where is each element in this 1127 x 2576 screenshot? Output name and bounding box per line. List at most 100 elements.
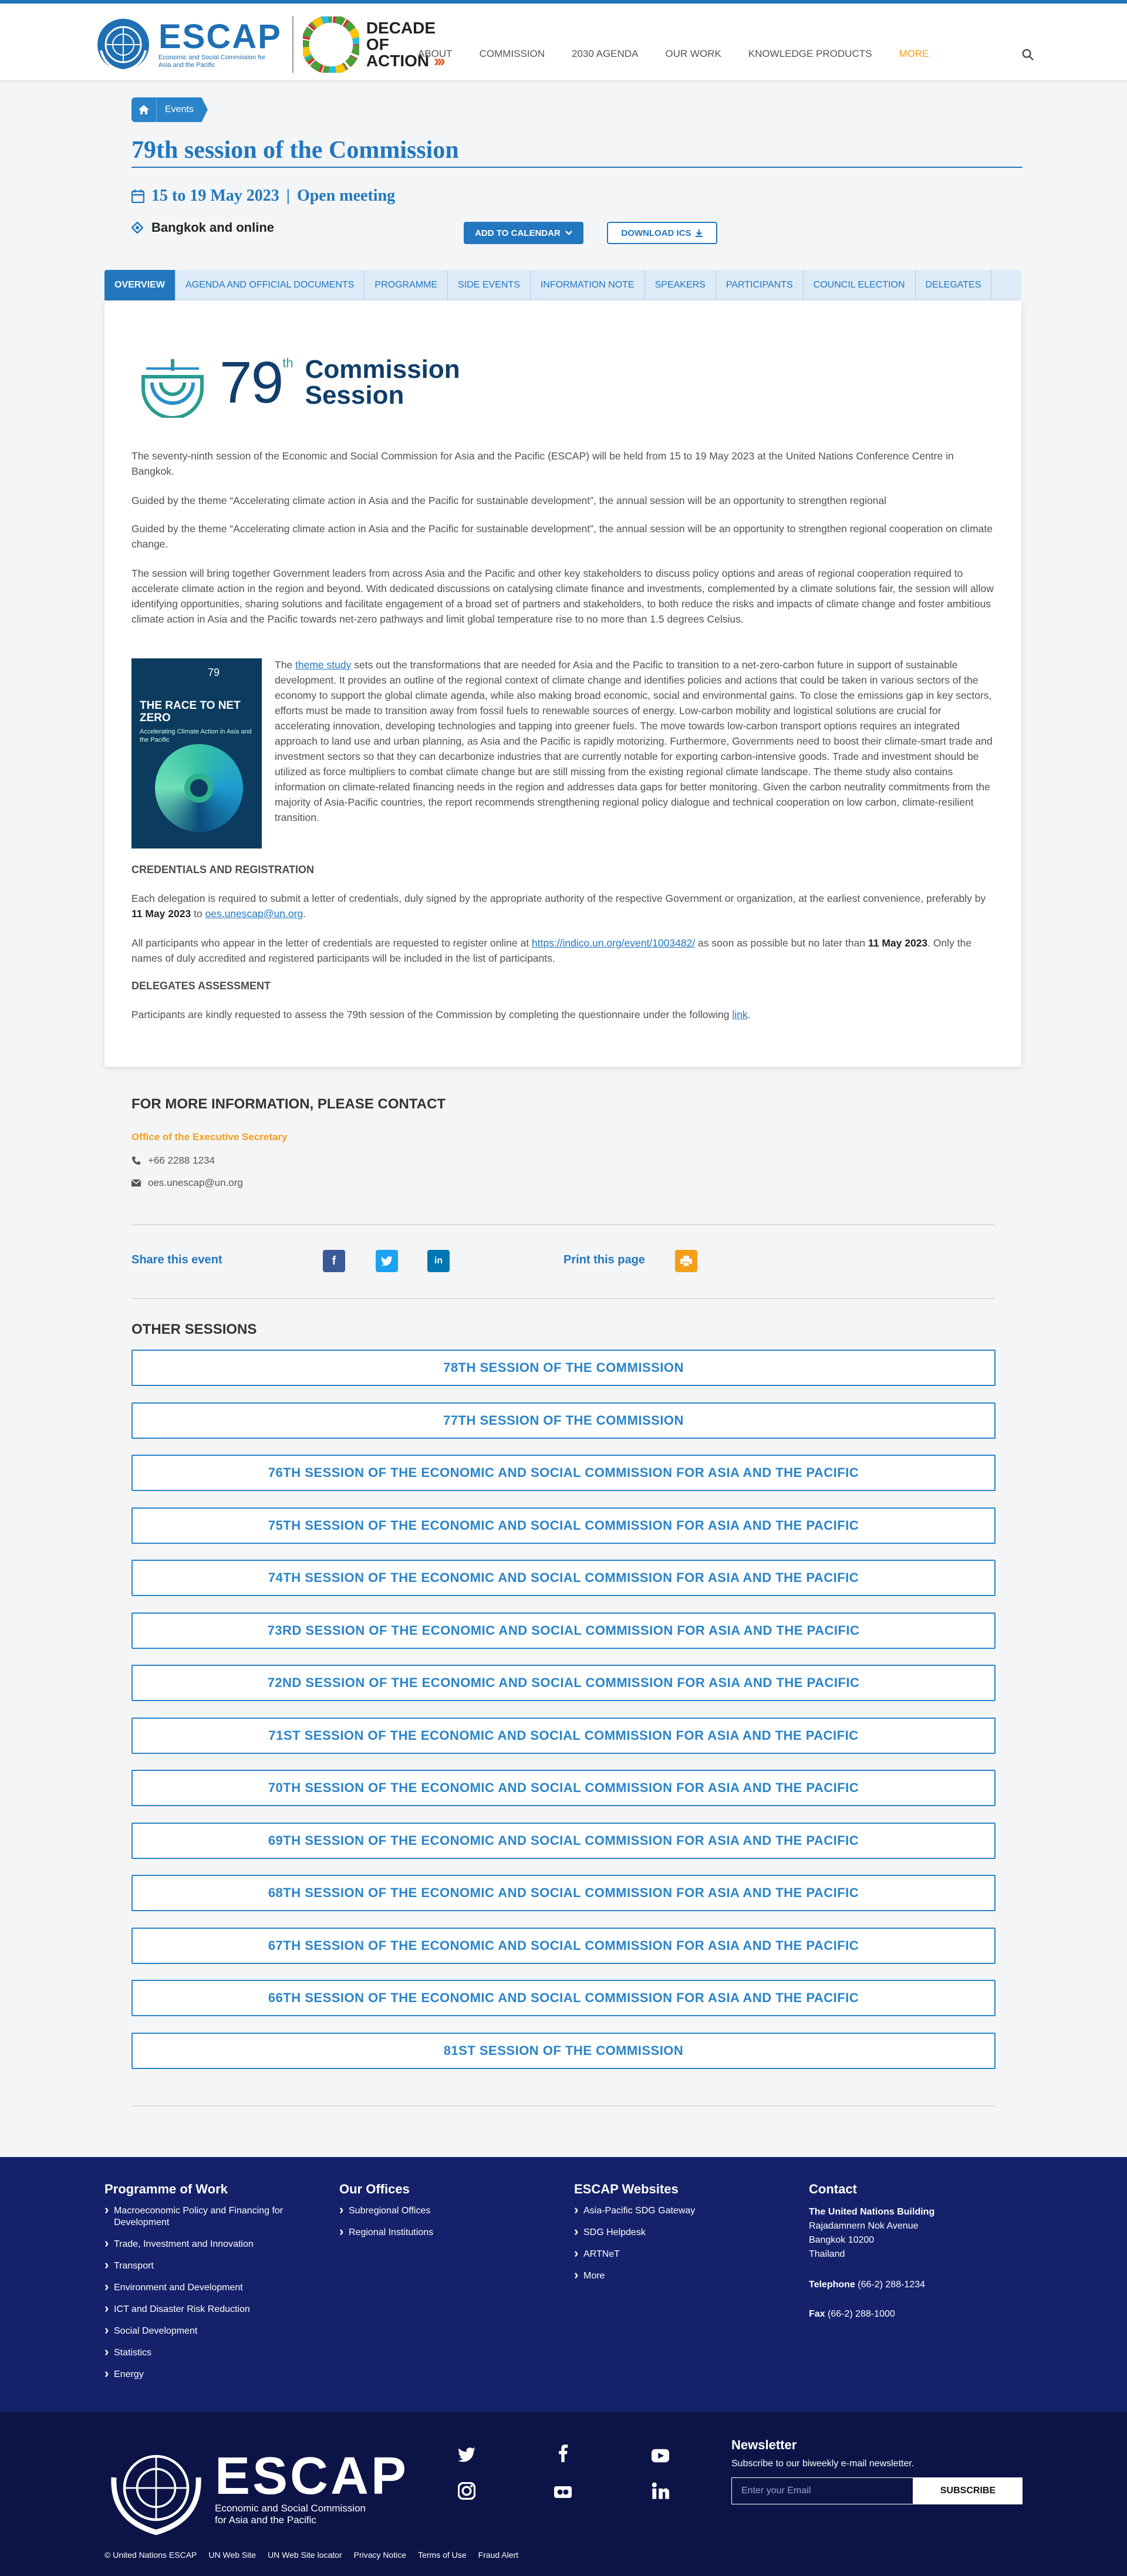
footer-link-artnet[interactable]: ARTNeT bbox=[574, 2247, 774, 2260]
tab-side-events[interactable]: SIDE EVENTS bbox=[448, 270, 531, 300]
print-button[interactable] bbox=[675, 1250, 697, 1272]
footer-link-fraud-alert[interactable]: Fraud Alert bbox=[478, 2550, 518, 2560]
footer-link-macroeconomic[interactable]: Macroeconomic Policy and Financing for D… bbox=[104, 2204, 316, 2229]
credentials-email-link[interactable]: oes.unescap@un.org bbox=[205, 908, 303, 919]
footer-link-energy[interactable]: Energy bbox=[104, 2368, 316, 2381]
linkedin-icon: in bbox=[434, 1256, 443, 1266]
session-link-77[interactable]: 77TH SESSION OF THE COMMISSION bbox=[131, 1402, 996, 1439]
phone-icon bbox=[132, 1157, 140, 1165]
sdg-wheel-icon bbox=[302, 16, 359, 73]
session-link-69[interactable]: 69TH SESSION OF THE ECONOMIC AND SOCIAL … bbox=[131, 1823, 996, 1859]
footer-link-social[interactable]: Social Development bbox=[104, 2324, 316, 2337]
session-link-68[interactable]: 68TH SESSION OF THE ECONOMIC AND SOCIAL … bbox=[131, 1875, 996, 1911]
session-link-67[interactable]: 67TH SESSION OF THE ECONOMIC AND SOCIAL … bbox=[131, 1928, 996, 1964]
tab-agenda[interactable]: AGENDA AND OFFICIAL DOCUMENTS bbox=[176, 270, 365, 300]
newsletter-description: Subscribe to our biweekly e-mail newslet… bbox=[731, 2459, 915, 2469]
registration-link[interactable]: https://indico.un.org/event/1003482/ bbox=[532, 937, 695, 949]
search-icon[interactable] bbox=[1021, 48, 1034, 61]
session-link-81[interactable]: 81ST SESSION OF THE COMMISSION bbox=[131, 2033, 996, 2069]
cover-title: THE RACE TO NET ZERO bbox=[140, 699, 241, 724]
session-link-66[interactable]: 66TH SESSION OF THE ECONOMIC AND SOCIAL … bbox=[131, 1980, 996, 2016]
footer-address-line3: Thailand bbox=[809, 2249, 845, 2259]
theme-study-link[interactable]: theme study bbox=[295, 659, 351, 671]
share-label: Share this event bbox=[131, 1253, 222, 1266]
nav-commission[interactable]: COMMISSION bbox=[480, 48, 545, 60]
cover-session-number: 79 bbox=[208, 667, 220, 678]
session-link-74[interactable]: 74TH SESSION OF THE ECONOMIC AND SOCIAL … bbox=[131, 1560, 996, 1596]
footer-link-ict[interactable]: ICT and Disaster Risk Reduction bbox=[104, 2303, 316, 2315]
footer-address-line2: Bangkok 10200 bbox=[809, 2235, 875, 2245]
footer-link-transport[interactable]: Transport bbox=[104, 2259, 316, 2272]
commission-emblem-icon bbox=[141, 359, 204, 418]
session-link-72[interactable]: 72ND SESSION OF THE ECONOMIC AND SOCIAL … bbox=[131, 1665, 996, 1701]
linkedin-icon[interactable] bbox=[652, 2482, 669, 2500]
session-link-75[interactable]: 75TH SESSION OF THE ECONOMIC AND SOCIAL … bbox=[131, 1507, 996, 1544]
session-link-78[interactable]: 78TH SESSION OF THE COMMISSION bbox=[131, 1350, 996, 1386]
event-tabs: OVERVIEW AGENDA AND OFFICIAL DOCUMENTS P… bbox=[104, 270, 1021, 300]
youtube-icon[interactable] bbox=[652, 2447, 669, 2465]
twitter-icon[interactable] bbox=[458, 2446, 475, 2463]
tab-information-note[interactable]: INFORMATION NOTE bbox=[531, 270, 645, 300]
credentials-heading: CREDENTIALS AND REGISTRATION bbox=[131, 864, 315, 875]
facebook-icon[interactable] bbox=[554, 2445, 572, 2462]
session-link-73[interactable]: 73RD SESSION OF THE ECONOMIC AND SOCIAL … bbox=[131, 1612, 996, 1649]
session-link-76[interactable]: 76TH SESSION OF THE ECONOMIC AND SOCIAL … bbox=[131, 1455, 996, 1491]
newsletter-email-input[interactable]: Enter your Email bbox=[731, 2477, 913, 2504]
nav-more[interactable]: MORE bbox=[899, 48, 929, 60]
footer-telephone-label: Telephone bbox=[809, 2280, 855, 2290]
footer-link-trade[interactable]: Trade, Investment and Innovation bbox=[104, 2237, 316, 2250]
tab-speakers[interactable]: SPEAKERS bbox=[645, 270, 716, 300]
envelope-icon bbox=[131, 1179, 141, 1186]
add-to-calendar-button[interactable]: ADD TO CALENDAR bbox=[464, 222, 583, 244]
tab-council-election[interactable]: COUNCIL ELECTION bbox=[804, 270, 916, 300]
footer-link-sdg-helpdesk[interactable]: SDG Helpdesk bbox=[574, 2226, 774, 2239]
session-link-70[interactable]: 70TH SESSION OF THE ECONOMIC AND SOCIAL … bbox=[131, 1770, 996, 1806]
footer-link-sdg-gateway[interactable]: Asia-Pacific SDG Gateway bbox=[574, 2204, 774, 2217]
tab-overview[interactable]: OVERVIEW bbox=[104, 270, 176, 300]
footer-link-regional-institutions[interactable]: Regional Institutions bbox=[339, 2226, 539, 2239]
download-ics-button[interactable]: DOWNLOAD ICS bbox=[607, 222, 717, 244]
contact-email[interactable]: oes.unescap@un.org bbox=[131, 1177, 243, 1189]
breadcrumb-home[interactable] bbox=[131, 97, 156, 122]
tab-delegates[interactable]: DELEGATES bbox=[916, 270, 992, 300]
share-facebook-button[interactable]: f bbox=[323, 1250, 345, 1272]
page-title: 79th session of the Commission bbox=[131, 137, 459, 164]
registration-paragraph: All participants who appear in the lette… bbox=[131, 935, 994, 966]
share-twitter-button[interactable] bbox=[376, 1250, 398, 1272]
nav-2030-agenda[interactable]: 2030 AGENDA bbox=[572, 48, 638, 60]
nav-our-work[interactable]: OUR WORK bbox=[665, 48, 721, 60]
tab-participants[interactable]: PARTICIPANTS bbox=[716, 270, 804, 300]
footer-link-more[interactable]: More bbox=[574, 2269, 774, 2282]
tab-programme[interactable]: PROGRAMME bbox=[365, 270, 448, 300]
footer-fax-label: Fax bbox=[809, 2309, 825, 2319]
nav-knowledge-products[interactable]: KNOWLEDGE PRODUCTS bbox=[748, 48, 872, 60]
footer-link-environment[interactable]: Environment and Development bbox=[104, 2281, 316, 2294]
session-ordinal: th bbox=[282, 356, 293, 370]
escap-logo-link[interactable]: ESCAP Economic and Social Commission for… bbox=[94, 15, 446, 74]
nav-about[interactable]: ABOUT bbox=[418, 48, 453, 60]
session-link-71[interactable]: 71ST SESSION OF THE ECONOMIC AND SOCIAL … bbox=[131, 1718, 996, 1754]
study-body: sets out the transformations that are ne… bbox=[275, 659, 993, 823]
printer-icon bbox=[680, 1256, 692, 1266]
footer-link-privacy[interactable]: Privacy Notice bbox=[354, 2550, 406, 2560]
assessment-link[interactable]: link bbox=[732, 1009, 747, 1020]
cred2-mid: as soon as possible but no later than bbox=[695, 937, 868, 949]
print-label: Print this page bbox=[564, 1253, 645, 1266]
footer-link-un-web-site[interactable]: UN Web Site bbox=[208, 2550, 256, 2560]
footer-offices-column: Our Offices Subregional Offices Regional… bbox=[339, 2182, 539, 2249]
footer-link-un-locator[interactable]: UN Web Site locator bbox=[268, 2550, 342, 2560]
footer-link-statistics[interactable]: Statistics bbox=[104, 2346, 316, 2359]
footer-link-terms[interactable]: Terms of Use bbox=[418, 2550, 466, 2560]
other-sessions-heading: OTHER SESSIONS bbox=[131, 1321, 257, 1337]
instagram-icon[interactable] bbox=[458, 2482, 475, 2500]
footer-contact-heading: Contact bbox=[809, 2182, 857, 2196]
subscribe-button[interactable]: SUBSCRIBE bbox=[913, 2477, 1023, 2504]
footer-escap-logo[interactable]: ESCAP Economic and Social Commission for… bbox=[103, 2435, 409, 2541]
breadcrumb-events[interactable]: Events bbox=[156, 97, 208, 122]
session-number: 79 bbox=[220, 350, 284, 415]
contact-phone: +66 2288 1234 bbox=[131, 1155, 215, 1167]
theme-study-cover[interactable]: 79 THE RACE TO NET ZERO Accelerating Cli… bbox=[131, 658, 262, 848]
flickr-icon[interactable] bbox=[554, 2483, 572, 2501]
share-linkedin-button[interactable]: in bbox=[427, 1250, 450, 1272]
footer-link-subregional[interactable]: Subregional Offices bbox=[339, 2204, 539, 2217]
